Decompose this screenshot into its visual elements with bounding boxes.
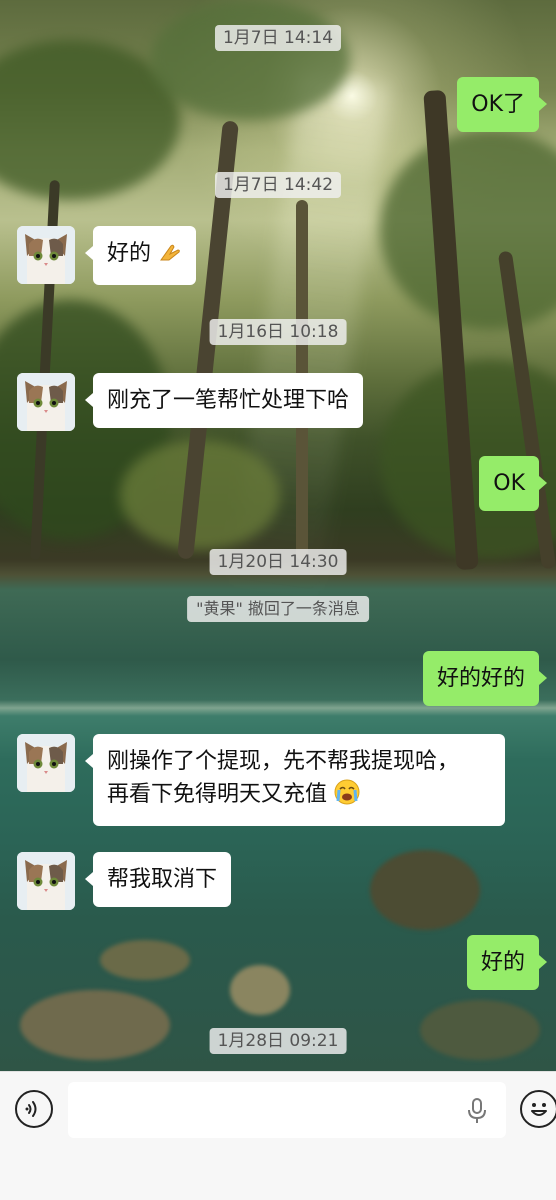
cat-avatar-icon [17,373,75,431]
contact-avatar[interactable] [17,852,75,910]
contact-avatar[interactable] [17,734,75,792]
message-text-line: 刚操作了个提现，先不帮我提现哈， [107,749,460,774]
contact-avatar[interactable] [17,226,75,284]
microphone-icon[interactable] [466,1098,488,1124]
chat-screen: 1月7日 14:14 OK了 1月7日 14:42 好的 1月16日 10:18 [0,0,556,1200]
outgoing-message-bubble[interactable]: OK了 [457,77,547,132]
message-text: 好的 [480,950,525,975]
incoming-message-bubble[interactable]: 帮我取消下 [84,852,232,907]
message-input[interactable] [68,1082,506,1138]
timestamp-label: 1月7日 14:42 [214,172,342,198]
message-text: 刚充了一笔帮忙处理下哈 [107,388,350,413]
incoming-message-bubble[interactable]: 刚充了一笔帮忙处理下哈 [84,373,364,428]
incoming-message-bubble[interactable]: 好的 [84,226,197,285]
timestamp-label: 1月7日 14:14 [214,25,342,51]
contact-avatar[interactable] [17,373,75,431]
timestamp-label: 1月28日 09:21 [209,1028,347,1054]
cat-avatar-icon [17,734,75,792]
chat-input-bar [0,1071,556,1200]
message-text-line: 再看下免得明天又充值 [107,782,328,807]
timestamp-label: 1月16日 10:18 [209,319,347,345]
folded-hands-icon [158,240,182,274]
loudly-crying-face-icon [334,779,360,815]
cat-avatar-icon [17,226,75,284]
cat-avatar-icon [17,852,75,910]
message-text: 好的 [107,241,152,266]
recall-notice: "黄果" 撤回了一条消息 [187,596,369,622]
emoji-icon[interactable] [520,1090,556,1128]
message-text: OK [493,471,525,496]
incoming-message-bubble[interactable]: 刚操作了个提现，先不帮我提现哈， 再看下免得明天又充值 [85,734,505,826]
outgoing-message-bubble[interactable]: 好的好的 [422,651,548,706]
outgoing-message-bubble[interactable]: 好的 [466,935,548,990]
message-text: 帮我取消下 [107,867,218,892]
outgoing-message-bubble[interactable]: OK [479,456,547,511]
message-text: 好的好的 [436,666,525,691]
timestamp-label: 1月20日 14:30 [209,549,347,575]
voice-icon[interactable] [15,1090,53,1128]
message-text: OK了 [471,92,525,117]
